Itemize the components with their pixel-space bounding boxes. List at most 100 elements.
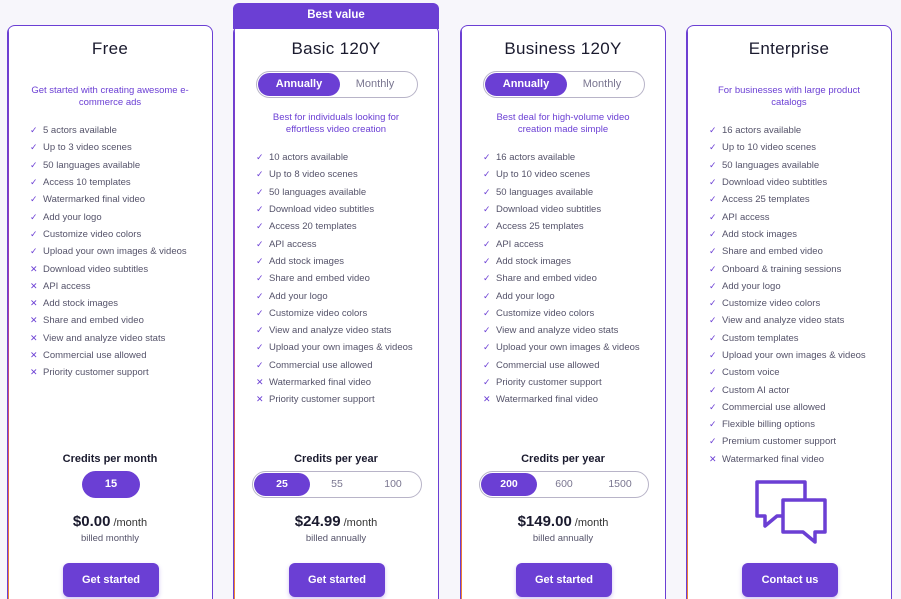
get-started-button[interactable]: Get started: [289, 563, 385, 597]
check-icon: ✓: [256, 238, 264, 249]
cross-icon: ✕: [30, 298, 38, 309]
feature-label: API access: [496, 238, 544, 250]
check-icon: ✓: [256, 152, 264, 163]
credits-selector: 200 600 1500: [479, 471, 649, 498]
feature-item: ✕ Watermarked final video: [256, 374, 432, 391]
feature-label: Up to 3 video scenes: [43, 142, 132, 154]
check-icon: ✓: [709, 246, 717, 257]
feature-label: Access 10 templates: [43, 177, 131, 189]
feature-item: ✓ Access 10 templates: [30, 174, 206, 191]
check-icon: ✓: [709, 367, 717, 378]
check-icon: ✓: [709, 159, 717, 170]
feature-item: ✕ View and analyze video stats: [30, 330, 206, 347]
feature-label: API access: [269, 238, 317, 250]
plan-card-business: Business 120Y Annually Monthly Best deal…: [460, 25, 666, 599]
feature-label: Add stock images: [43, 298, 118, 310]
feature-label: Add stock images: [722, 228, 797, 240]
plan-description: Best deal for high-volume video creation…: [496, 112, 630, 135]
feature-item: ✓ Add your logo: [30, 208, 206, 225]
plan-description: Best for individuals looking for effortl…: [272, 112, 400, 135]
feature-label: Customize video colors: [43, 228, 142, 240]
check-icon: ✓: [30, 142, 38, 153]
check-icon: ✓: [709, 315, 717, 326]
feature-item: ✓ Custom templates: [709, 330, 885, 347]
feature-item: ✓ Upload your own images & videos: [483, 339, 659, 356]
feature-item: ✓ 10 actors available: [256, 149, 432, 166]
best-value-badge: Best value: [233, 3, 439, 29]
feature-label: View and analyze video stats: [269, 325, 392, 337]
check-icon: ✓: [709, 384, 717, 395]
check-icon: ✓: [30, 194, 38, 205]
toggle-monthly[interactable]: Monthly: [334, 73, 416, 96]
plan-price: $24.99/month: [234, 513, 438, 530]
check-icon: ✓: [709, 125, 717, 136]
price-period: /month: [113, 517, 148, 529]
feature-item: ✓ Access 20 templates: [256, 218, 432, 235]
credits-option[interactable]: 25: [254, 473, 310, 496]
check-icon: ✓: [709, 332, 717, 343]
check-icon: ✓: [709, 228, 717, 239]
feature-label: Up to 10 video scenes: [722, 142, 817, 154]
feature-item: ✓ API access: [709, 208, 885, 225]
check-icon: ✓: [709, 401, 717, 412]
feature-item: ✓ Commercial use allowed: [709, 399, 885, 416]
feature-label: Upload your own images & videos: [269, 342, 413, 354]
price-amount: $24.99: [294, 513, 341, 530]
credits-option-selected[interactable]: 15: [82, 471, 140, 498]
credits-option[interactable]: 600: [536, 473, 592, 496]
toggle-annually[interactable]: Annually: [258, 73, 340, 96]
feature-label: Share and embed video: [722, 246, 823, 258]
feature-label: View and analyze video stats: [722, 315, 845, 327]
check-icon: ✓: [483, 255, 491, 266]
plan-description: Get started with creating awesome e-comm…: [31, 85, 189, 108]
billing-note: billed annually: [532, 533, 594, 544]
check-icon: ✓: [709, 194, 717, 205]
credits-option[interactable]: 55: [309, 473, 365, 496]
plan-title: Business 120Y: [504, 39, 622, 58]
check-icon: ✓: [256, 221, 264, 232]
feature-item: ✓ Access 25 templates: [483, 218, 659, 235]
feature-item: ✓ 5 actors available: [30, 122, 206, 139]
check-icon: ✓: [709, 436, 717, 447]
feature-item: ✓ Up to 10 video scenes: [709, 139, 885, 156]
feature-item: ✓ Customize video colors: [709, 295, 885, 312]
feature-label: Share and embed video: [43, 315, 144, 327]
check-icon: ✓: [483, 238, 491, 249]
toggle-monthly[interactable]: Monthly: [561, 73, 643, 96]
plan-card-free: Free Get started with creating awesome e…: [7, 25, 213, 599]
get-started-button[interactable]: Get started: [516, 563, 612, 597]
cross-icon: ✕: [30, 280, 38, 291]
feature-label: API access: [722, 211, 770, 223]
credits-option[interactable]: 1500: [592, 473, 648, 496]
check-icon: ✓: [709, 350, 717, 360]
feature-label: Add your logo: [43, 211, 102, 223]
contact-us-button[interactable]: Contact us: [742, 563, 838, 597]
feature-label: Premium customer support: [722, 436, 837, 448]
feature-item: ✓ Customize video colors: [256, 305, 432, 322]
check-icon: ✓: [483, 325, 491, 336]
feature-item: ✓ Add stock images: [256, 253, 432, 270]
plan-card-basic: Basic 120Y Annually Monthly Best for ind…: [233, 25, 439, 599]
credits-option[interactable]: 100: [365, 473, 421, 496]
check-icon: ✓: [483, 307, 491, 318]
feature-item: ✓ Upload your own images & videos: [709, 347, 885, 364]
billing-toggle: Annually Monthly: [483, 71, 645, 98]
check-icon: ✓: [709, 142, 717, 153]
plan-title: Free: [91, 39, 129, 58]
feature-label: 16 actors available: [722, 125, 802, 137]
check-icon: ✓: [30, 125, 38, 136]
feature-item: ✓ View and analyze video stats: [483, 322, 659, 339]
check-icon: ✓: [483, 204, 491, 215]
feature-item: ✓ Watermarked final video: [30, 191, 206, 208]
toggle-annually[interactable]: Annually: [485, 73, 567, 96]
credits-label: Credits per month: [62, 453, 158, 465]
feature-list: ✓ 16 actors available ✓ Up to 10 video scen…: [709, 122, 885, 468]
feature-item: ✓ Up to 10 video scenes: [483, 166, 659, 183]
cross-icon: ✕: [30, 263, 38, 274]
feature-item: ✓ Up to 3 video scenes: [30, 139, 206, 156]
credits-option[interactable]: 200: [481, 473, 537, 496]
get-started-button[interactable]: Get started: [63, 563, 159, 597]
billing-note: billed monthly: [80, 533, 140, 544]
check-icon: ✓: [256, 204, 264, 215]
feature-item: ✓ Share and embed video: [709, 243, 885, 260]
